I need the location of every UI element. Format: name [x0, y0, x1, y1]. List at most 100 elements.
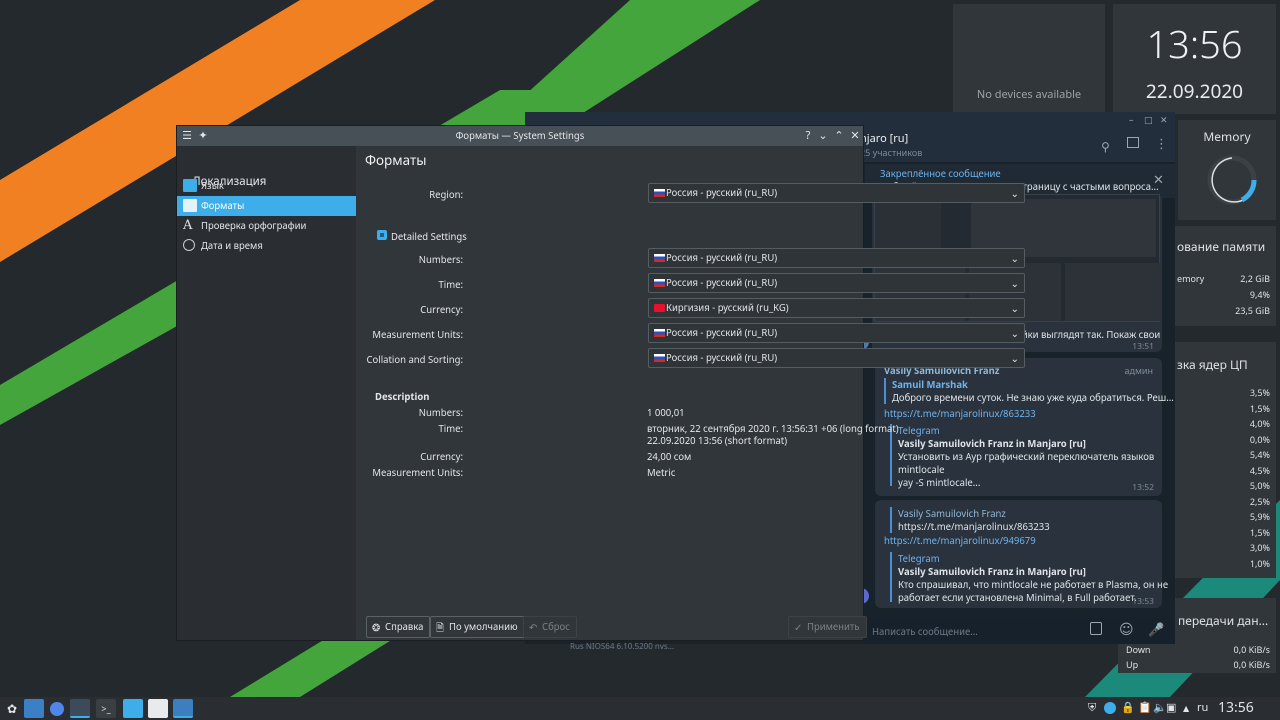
- dialog-title: Форматы — System Settings: [455, 129, 585, 142]
- msg2-link[interactable]: https://t.me/manjarolinux/863233: [884, 407, 1036, 420]
- msg3-forward[interactable]: Telegram Vasily Samuilovich Franz in Man…: [890, 552, 1169, 604]
- collation-label: Collation and Sorting:: [366, 353, 464, 366]
- console-icon[interactable]: >_: [96, 699, 116, 718]
- cpu-core-value: 3,5%: [1249, 386, 1270, 399]
- more-menu-icon[interactable]: ⋮: [1155, 134, 1168, 152]
- chevron-down-icon: ⌄: [1010, 251, 1019, 265]
- command-icon[interactable]: [1090, 622, 1102, 635]
- monitor-icon: [183, 199, 197, 212]
- msg1-time: 13:51: [1132, 341, 1154, 352]
- cpu-core-value: 5,4%: [1249, 448, 1270, 461]
- flag-russia-icon: [654, 329, 665, 337]
- currency-label: Currency:: [420, 303, 463, 316]
- help-icon[interactable]: ?: [801, 129, 815, 143]
- cpu-core-value: 3,0%: [1249, 541, 1270, 554]
- maximize-icon[interactable]: □: [1144, 113, 1153, 126]
- pin-icon[interactable]: ✦: [196, 129, 210, 143]
- document-viewer-icon[interactable]: [148, 699, 168, 718]
- desc-numbers-value: 1 000,01: [647, 406, 685, 419]
- time-value: Россия - русский (ru_RU): [666, 276, 778, 289]
- system-settings-icon[interactable]: [24, 699, 44, 718]
- detailed-settings-label[interactable]: Detailed Settings: [391, 230, 467, 243]
- shield-icon[interactable]: ⛨: [1088, 700, 1096, 715]
- clock-widget: 13:56 22.09.2020: [1113, 4, 1276, 114]
- measurement-select[interactable]: Россия - русский (ru_RU) ⌄: [648, 323, 1025, 343]
- numbers-label: Numbers:: [418, 253, 463, 266]
- taskbar-clock[interactable]: 13:56: [1218, 698, 1254, 717]
- flag-russia-icon: [654, 189, 665, 197]
- desc-numbers-label: Numbers:: [418, 406, 463, 419]
- app-menu-icon[interactable]: ☰: [180, 129, 194, 143]
- net-down-label: Down: [1126, 643, 1151, 656]
- undo-icon: ↶: [529, 620, 538, 634]
- sidebar-item-language[interactable]: Язык: [177, 176, 356, 196]
- cpu-core-value: 4,0%: [1249, 417, 1270, 430]
- message-input-bar: Написать сообщение... ☺ 🎤: [864, 618, 1175, 644]
- help-button[interactable]: ❂ Справка: [366, 616, 431, 638]
- msg3-link[interactable]: https://t.me/manjarolinux/949679: [884, 534, 1036, 547]
- reset-button[interactable]: ↶ Сброс: [523, 616, 577, 638]
- memory-usage-widget: ование памяти emory 2,2 GiB 9,4% 23,5 Gi…: [1175, 226, 1276, 326]
- chat-title[interactable]: njaro [ru]: [860, 131, 908, 146]
- cpu-core-value: 4,5%: [1249, 463, 1270, 477]
- msg2-forward[interactable]: Telegram Vasily Samuilovich Franz in Man…: [890, 424, 1155, 489]
- lock-icon[interactable]: 🔒: [1121, 700, 1135, 715]
- message-3[interactable]: Vasily Samuilovich Franz https://t.me/ma…: [875, 500, 1168, 608]
- sidebar-toggle-icon[interactable]: [1127, 137, 1139, 148]
- pinned-close-icon[interactable]: ✕: [1153, 170, 1164, 188]
- update-icon[interactable]: [1104, 702, 1116, 714]
- region-select[interactable]: Россия - русский (ru_RU) ⌄: [648, 183, 1025, 203]
- terminal-task-icon[interactable]: [70, 699, 90, 718]
- page-title: Форматы: [365, 151, 427, 169]
- message-input[interactable]: Написать сообщение...: [872, 625, 978, 638]
- defaults-button-label: По умолчанию: [449, 620, 518, 633]
- desc-currency-label: Currency:: [420, 450, 463, 463]
- chevron-down-icon: ⌄: [1010, 351, 1019, 365]
- clock-icon: [183, 239, 195, 251]
- description-heading: Description: [375, 390, 430, 403]
- app-launcher-icon[interactable]: ✿: [2, 699, 22, 718]
- chevron-down-icon: ⌄: [1010, 276, 1019, 290]
- defaults-button[interactable]: 🗎 По умолчанию: [430, 616, 525, 638]
- microphone-icon[interactable]: 🎤: [1148, 620, 1164, 638]
- chevron-down-icon: ⌄: [1010, 301, 1019, 315]
- msg3-reply[interactable]: Vasily Samuilovich Franz https://t.me/ma…: [890, 507, 1050, 533]
- region-value: Россия - русский (ru_RU): [666, 186, 778, 199]
- emoji-icon[interactable]: ☺: [1119, 620, 1134, 639]
- detailed-settings-checkbox[interactable]: [377, 230, 387, 240]
- volume-icon[interactable]: 🔈: [1153, 700, 1167, 715]
- clipboard-icon[interactable]: 📋: [1138, 700, 1152, 715]
- region-label: Region:: [429, 188, 463, 201]
- usage-value-0: 2,2 GiB: [1240, 272, 1270, 285]
- apply-button[interactable]: ✓ Применить: [788, 616, 867, 638]
- search-icon[interactable]: ⚲: [1101, 138, 1110, 155]
- msg2-fwd-line: mintlocale: [898, 463, 945, 476]
- close-icon[interactable]: ✕: [1160, 113, 1168, 126]
- msg3-fwd-line: Кто спрашивал, что mintlocale не работае…: [898, 578, 1169, 591]
- sidebar-item-label: Язык: [201, 179, 224, 192]
- sidebar-item-spellcheck[interactable]: A Проверка орфографии: [177, 216, 356, 236]
- msg2-fwd-line: Установить из Аур графический переключат…: [898, 450, 1155, 463]
- file-manager-icon[interactable]: [123, 699, 143, 718]
- cpu-widget: зка ядер ЦП 3,5% 1,5% 4,0% 0,0% 5,4% 4,5% 5,0%…: [1175, 342, 1276, 578]
- numbers-select[interactable]: Россия - русский (ru_RU) ⌄: [648, 248, 1025, 268]
- cpu-core-value: 1,5%: [1249, 525, 1270, 539]
- keyboard-layout[interactable]: ru: [1197, 700, 1208, 715]
- chevron-up-icon[interactable]: ▲: [1183, 703, 1189, 714]
- browser-icon[interactable]: [47, 699, 67, 718]
- memory-title: Memory: [1203, 128, 1251, 145]
- msg2-reply[interactable]: Samuil Marshak Доброго времени суток. Не…: [884, 378, 1174, 404]
- settings-task-icon[interactable]: [173, 699, 193, 718]
- maximize-icon[interactable]: ⌃: [832, 129, 846, 143]
- minimize-icon[interactable]: –: [1129, 113, 1134, 126]
- dialog-titlebar[interactable]: ☰ ✦ Форматы — System Settings ? ⌄ ⌃ ✕: [177, 126, 863, 146]
- collation-select[interactable]: Россия - русский (ru_RU) ⌄: [648, 348, 1025, 368]
- message-2[interactable]: Vasily Samuilovich Franz админ Samuil Ma…: [875, 358, 1174, 496]
- currency-select[interactable]: Киргизия - русский (ru_KG) ⌄: [648, 298, 1025, 318]
- minimize-icon[interactable]: ⌄: [816, 129, 830, 143]
- time-select[interactable]: Россия - русский (ru_RU) ⌄: [648, 273, 1025, 293]
- display-icon[interactable]: ▣: [1166, 700, 1176, 715]
- sidebar-item-formats[interactable]: Форматы: [177, 196, 356, 216]
- close-icon[interactable]: ✕: [848, 129, 862, 143]
- sidebar-item-datetime[interactable]: Дата и время: [177, 236, 356, 256]
